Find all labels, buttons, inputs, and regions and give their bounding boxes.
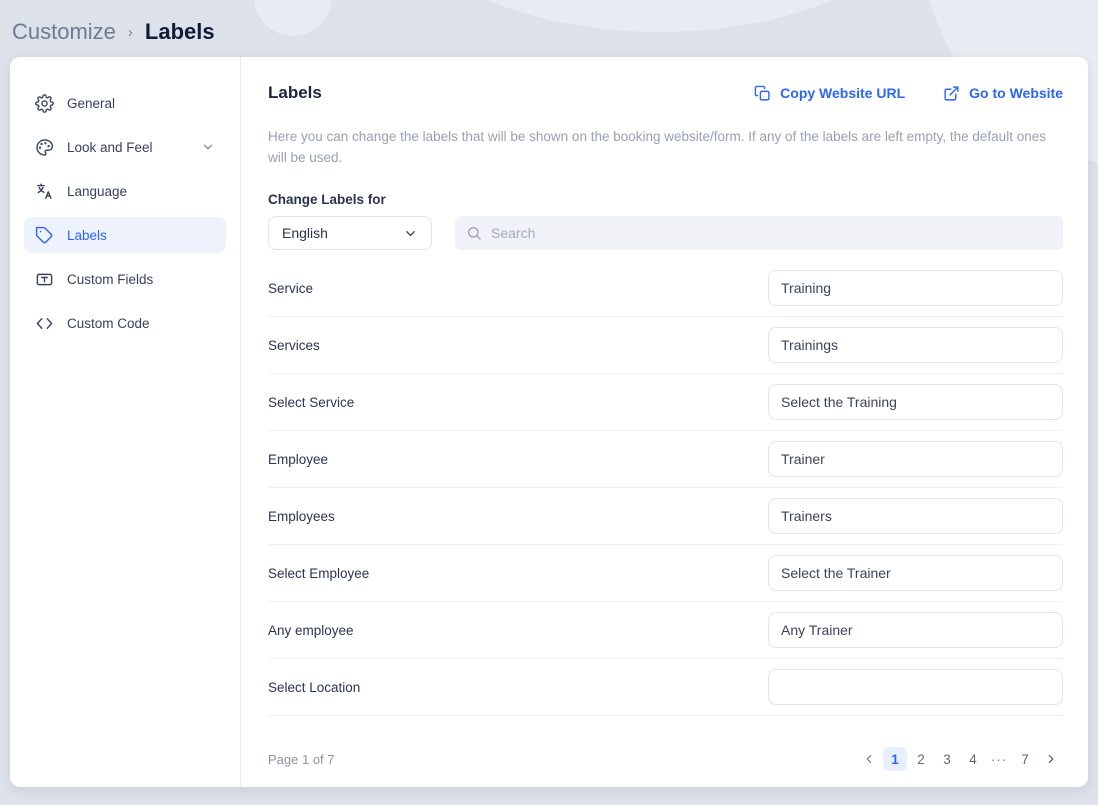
label-name: Employees [268, 509, 335, 524]
sidebar-item-label: Look and Feel [67, 140, 153, 155]
copy-website-url-label: Copy Website URL [780, 85, 905, 101]
copy-icon [754, 85, 771, 102]
sidebar-item-custom-fields[interactable]: Custom Fields [24, 261, 226, 297]
external-link-icon [943, 85, 960, 102]
label-value-input[interactable] [768, 669, 1063, 705]
gear-icon [35, 94, 54, 113]
sidebar-item-label: Labels [67, 228, 107, 243]
label-name: Employee [268, 452, 328, 467]
page-ellipsis: ··· [987, 747, 1011, 771]
pagination: 1234···7 [857, 747, 1063, 771]
breadcrumb: Customize › Labels [0, 0, 1098, 52]
label-value-input[interactable] [768, 327, 1063, 363]
translate-icon [35, 182, 54, 201]
label-value-input[interactable] [768, 270, 1063, 306]
go-to-website-button[interactable]: Go to Website [943, 85, 1063, 102]
sidebar-item-label: Language [67, 184, 127, 199]
sidebar-item-general[interactable]: General [24, 85, 226, 121]
label-name: Service [268, 281, 313, 296]
chevron-down-icon [403, 226, 418, 241]
label-name: Services [268, 338, 320, 353]
label-row: Employee [268, 431, 1063, 488]
label-row: Employees [268, 488, 1063, 545]
page-button[interactable]: 4 [961, 747, 985, 771]
language-select[interactable]: English [268, 216, 432, 250]
sidebar: General Look and Feel Language Labels [10, 57, 241, 787]
search-input[interactable] [491, 225, 1052, 241]
label-name: Any employee [268, 623, 354, 638]
tag-icon [35, 226, 54, 245]
label-name: Select Service [268, 395, 354, 410]
breadcrumb-separator-icon: › [128, 22, 133, 41]
sidebar-item-look-and-feel[interactable]: Look and Feel [24, 129, 226, 165]
label-row: Service [268, 260, 1063, 317]
settings-card: General Look and Feel Language Labels [10, 57, 1088, 787]
chevron-down-icon [201, 140, 215, 154]
label-row: Select Service [268, 374, 1063, 431]
page-button[interactable]: 3 [935, 747, 959, 771]
label-name: Select Location [268, 680, 360, 695]
text-field-icon [35, 270, 54, 289]
label-name: Select Employee [268, 566, 369, 581]
chevron-right-icon[interactable] [1039, 747, 1063, 771]
sidebar-item-label: General [67, 96, 115, 111]
change-labels-for-label: Change Labels for [268, 192, 1063, 207]
page-title: Labels [268, 83, 322, 103]
main-content: Labels Copy Website URL Go to Website He… [241, 57, 1088, 787]
palette-icon [35, 138, 54, 157]
sidebar-item-language[interactable]: Language [24, 173, 226, 209]
page-button[interactable]: 2 [909, 747, 933, 771]
label-value-input[interactable] [768, 555, 1063, 591]
sidebar-item-custom-code[interactable]: Custom Code [24, 305, 226, 341]
label-row: Any employee [268, 602, 1063, 659]
label-row: Select Employee [268, 545, 1063, 602]
language-select-value: English [282, 225, 328, 241]
copy-website-url-button[interactable]: Copy Website URL [754, 85, 905, 102]
label-value-input[interactable] [768, 441, 1063, 477]
label-row: Services [268, 317, 1063, 374]
label-row: Select Location [268, 659, 1063, 716]
footer: Page 1 of 7 1234···7 [268, 730, 1063, 771]
label-rows: Service Services Select Service Employee… [268, 260, 1063, 716]
page-info: Page 1 of 7 [268, 752, 335, 767]
search-icon [466, 225, 482, 241]
description: Here you can change the labels that will… [268, 126, 1063, 168]
sidebar-item-label: Custom Code [67, 316, 150, 331]
label-value-input[interactable] [768, 612, 1063, 648]
page-button-active[interactable]: 1 [883, 747, 907, 771]
sidebar-item-labels[interactable]: Labels [24, 217, 226, 253]
label-value-input[interactable] [768, 498, 1063, 534]
sidebar-item-label: Custom Fields [67, 272, 153, 287]
go-to-website-label: Go to Website [969, 85, 1063, 101]
page-button[interactable]: 7 [1013, 747, 1037, 771]
breadcrumb-current-labels: Labels [145, 19, 215, 45]
code-icon [35, 314, 54, 333]
breadcrumb-customize[interactable]: Customize [12, 19, 116, 45]
label-value-input[interactable] [768, 384, 1063, 420]
chevron-left-icon[interactable] [857, 747, 881, 771]
search-box [455, 216, 1063, 250]
